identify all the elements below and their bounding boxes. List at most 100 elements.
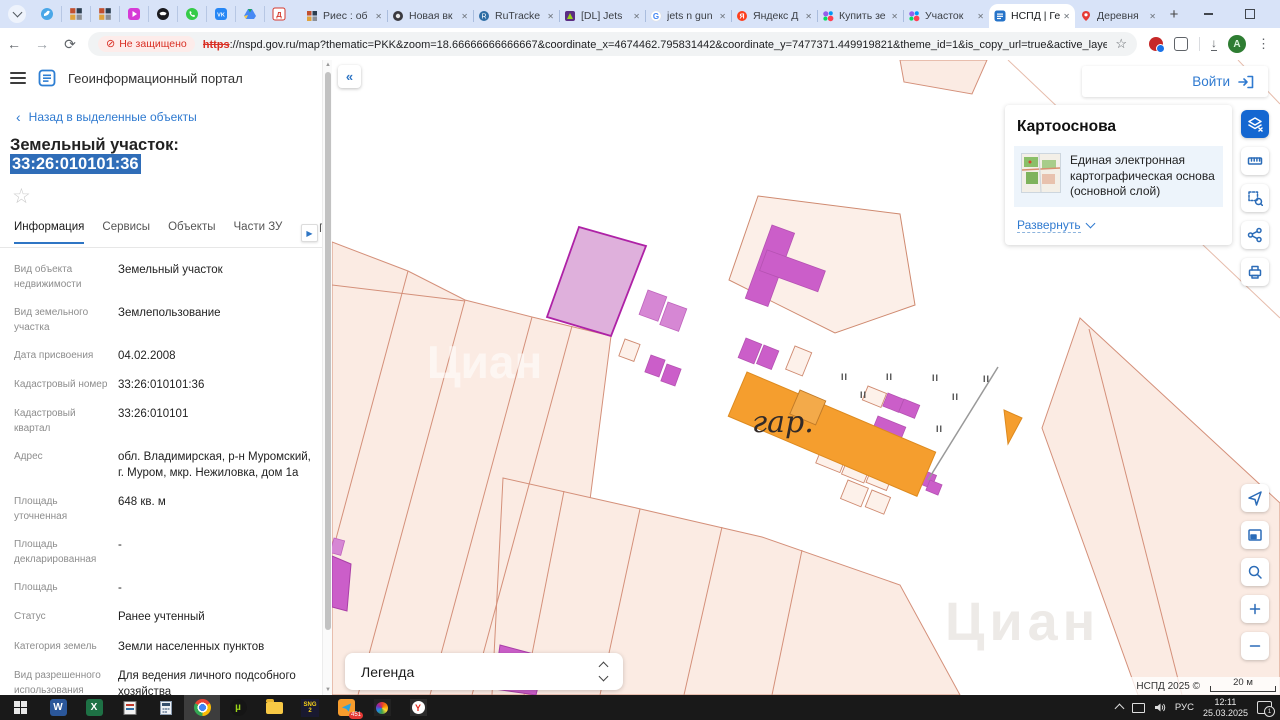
zoom-out-button[interactable] [1241, 632, 1269, 660]
map-toolbar-bottom [1241, 484, 1269, 669]
google-drive-pinned-tab[interactable] [235, 6, 264, 22]
tab-close-icon[interactable]: ✕ [805, 12, 812, 21]
browser-tab[interactable]: [DL] Jets✕ [559, 4, 645, 28]
tab-close-icon[interactable]: ✕ [375, 12, 382, 21]
tab-close-icon[interactable]: ✕ [1063, 12, 1070, 21]
menu-dots-icon[interactable]: ⋮ [1257, 36, 1270, 52]
forward-button[interactable]: → [28, 36, 56, 52]
minimap-button[interactable] [1241, 521, 1269, 549]
share-tool-button[interactable] [1241, 221, 1269, 249]
browser-tab[interactable]: Участок✕ [903, 4, 989, 28]
vk-pinned-tab[interactable]: VK [206, 6, 235, 22]
profile-avatar[interactable]: A [1228, 35, 1246, 53]
adblock-extension-icon[interactable] [1149, 37, 1163, 51]
browser-tab[interactable]: НСПД | Ге✕ [989, 4, 1075, 28]
sidebar-tab[interactable]: Части ЗУ [234, 221, 283, 244]
taskbar-app-calc[interactable] [148, 695, 184, 720]
bookmark-star-icon[interactable]: ☆ [1115, 36, 1127, 52]
play-app-pinned-tab[interactable] [119, 6, 148, 22]
tabs-scroll-right-button[interactable]: ▶ [301, 224, 318, 242]
back-to-selected-link[interactable]: ‹ Назад в выделенные объекты [16, 110, 322, 124]
taskbar-app-doc[interactable] [112, 695, 148, 720]
taskbar-explorer[interactable] [256, 695, 292, 720]
selected-parcel[interactable] [547, 227, 646, 336]
area-select-tool-button[interactable] [1241, 184, 1269, 212]
extensions-icon[interactable] [1174, 37, 1188, 51]
downloads-icon[interactable]: ↓ [1211, 37, 1217, 51]
tab-close-icon[interactable]: ✕ [1149, 12, 1156, 21]
volume-icon[interactable] [1154, 702, 1166, 713]
zoom-to-extent-button[interactable] [1241, 558, 1269, 586]
scrollbar-thumb[interactable] [325, 72, 331, 630]
sidebar-collapse-button[interactable]: « [338, 65, 361, 88]
layers-tool-button[interactable] [1241, 110, 1269, 138]
taskbar-word[interactable]: W [40, 695, 76, 720]
minimize-button[interactable] [1187, 0, 1229, 28]
tab-close-icon[interactable]: ✕ [461, 12, 468, 21]
taskbar-chrome[interactable] [184, 695, 220, 720]
tab-close-icon[interactable]: ✕ [633, 12, 640, 21]
print-icon [1247, 264, 1263, 280]
clock[interactable]: 12:11 25.03.2025 [1203, 697, 1248, 719]
tab-search-button[interactable] [8, 5, 26, 23]
start-button[interactable] [0, 695, 40, 720]
login-bar[interactable]: Войти [1082, 66, 1268, 97]
tray-monitor-icon[interactable] [1132, 703, 1145, 713]
browser-tab[interactable]: ЯЯндекс Д✕ [731, 4, 817, 28]
close-button[interactable] [1271, 0, 1280, 28]
maximize-button[interactable] [1229, 0, 1271, 28]
tab-close-icon[interactable]: ✕ [719, 12, 726, 21]
omnibox[interactable]: ⊘ Не защищено https://nspd.gov.ru/map?th… [88, 32, 1137, 56]
grid-app-1-pinned-tab[interactable] [61, 6, 90, 22]
taskbar-excel[interactable]: X [76, 695, 112, 720]
legend-bar[interactable]: Легенда [345, 653, 623, 690]
favorite-star-icon[interactable]: ☆ [12, 184, 36, 209]
taskbar-yandex-browser[interactable]: Y [400, 695, 436, 720]
taskbar-utorrent[interactable]: µ [220, 695, 256, 720]
basemap-layer-label: Единая электронная картографическая осно… [1070, 153, 1216, 200]
ruler-tool-button[interactable] [1241, 147, 1269, 175]
zoom-in-button[interactable] [1241, 595, 1269, 623]
level-mark: II [952, 392, 959, 402]
browser-tab[interactable]: Деревня✕ [1075, 4, 1161, 28]
basemap-layer-item[interactable]: Единая электронная картографическая осно… [1014, 146, 1223, 207]
browser-tab[interactable]: Gjets n gun✕ [645, 4, 731, 28]
browser-tab[interactable]: Риес : об✕ [301, 4, 387, 28]
tray-expand-icon[interactable] [1114, 704, 1124, 714]
browser-tab[interactable]: Новая вк✕ [387, 4, 473, 28]
twitter-pinned-tab[interactable] [33, 6, 61, 22]
tab-close-icon[interactable]: ✕ [891, 12, 898, 21]
mask-app-pinned-tab[interactable] [148, 6, 177, 22]
back-button[interactable]: ← [0, 36, 28, 52]
tab-close-icon[interactable]: ✕ [547, 12, 554, 21]
browser-tab[interactable]: RRuTracke✕ [473, 4, 559, 28]
sidebar-tab[interactable]: Объекты [168, 221, 215, 244]
grid-app-2-pinned-tab[interactable] [90, 6, 119, 22]
scale-line [1210, 686, 1276, 692]
security-badge[interactable]: ⊘ Не защищено [98, 36, 195, 52]
sidebar-tab[interactable]: Сервисы [102, 221, 150, 244]
field-value: Земли населенных пунктов [118, 639, 316, 655]
location-arrow-icon [1247, 490, 1263, 506]
toolbar-extensions: ↓ A ⋮ [1149, 35, 1270, 53]
whatsapp-pinned-tab[interactable] [177, 6, 206, 22]
tab-close-icon[interactable]: ✕ [977, 12, 984, 21]
legend-expand-icon[interactable] [600, 663, 607, 680]
language-indicator[interactable]: РУС [1175, 702, 1194, 713]
print-tool-button[interactable] [1241, 258, 1269, 286]
hamburger-menu-icon[interactable] [10, 69, 26, 87]
taskbar-photos[interactable] [364, 695, 400, 720]
geolocation-button[interactable] [1241, 484, 1269, 512]
sidebar-tab[interactable]: Информация [14, 221, 84, 244]
field-label: Категория земель [14, 639, 118, 655]
taskbar-game[interactable]: SNG2 [292, 695, 328, 720]
field-row: Кадастровый номер33:26:010101:36 [14, 377, 322, 393]
notification-icon[interactable]: 1 [1257, 701, 1272, 714]
taskbar-telegram[interactable]: 451 [328, 695, 364, 720]
minus-icon [1247, 638, 1263, 654]
basemap-expand-link[interactable]: Развернуть [1017, 218, 1220, 233]
dzen-pinned-tab[interactable]: Д [264, 6, 293, 22]
reload-button[interactable]: ⟳ [56, 36, 84, 53]
new-tab-button[interactable]: + [1161, 1, 1187, 27]
browser-tab[interactable]: Купить зе✕ [817, 4, 903, 28]
